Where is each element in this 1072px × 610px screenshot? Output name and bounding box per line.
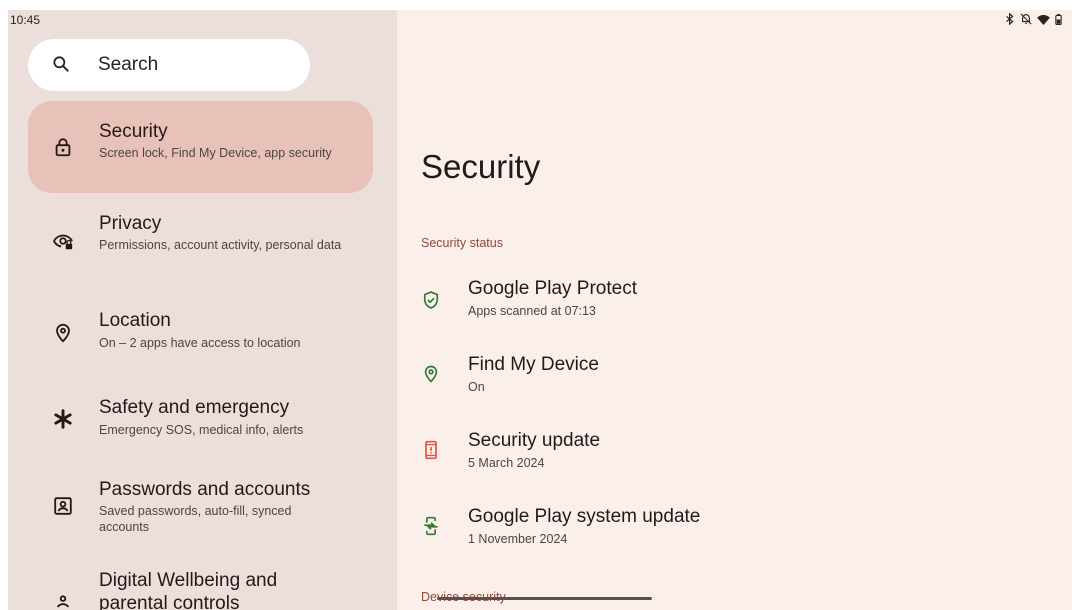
notifications-off-icon [1020,13,1032,25]
battery-icon [1055,13,1062,25]
sidebar-pane: 10:45 Search Security Screen lock, Find … [8,10,397,610]
row-title: Google Play Protect [468,278,637,299]
row-subtitle: Apps scanned at 07:13 [468,304,596,318]
sidebar-item-title: Security [99,121,168,142]
phone-update-icon [424,516,438,536]
sidebar-item-security[interactable]: Security Screen lock, Find My Device, ap… [28,101,373,193]
sidebar-item-subtitle: Screen lock, Find My Device, app securit… [99,146,332,160]
sidebar-item-title: Passwords and accounts [99,479,311,500]
asterisk-icon [54,409,72,429]
row-title: Google Play system update [468,506,701,527]
sidebar-item-subtitle: On – 2 apps have access to location [99,336,301,350]
content-pane: Security Security status Google Play Pro… [397,10,1072,610]
sidebar-item-safety[interactable]: Safety and emergency Emergency SOS, medi… [28,388,373,460]
search-label: Search [98,54,159,75]
bluetooth-icon [1005,13,1015,25]
location-pin-icon [424,365,438,383]
lock-icon [55,138,71,157]
search-icon [53,56,69,72]
sidebar-item-subtitle: Saved passwords, auto-fill, synced accou… [99,504,292,534]
sidebar-item-location[interactable]: Location On – 2 apps have access to loca… [28,300,373,372]
row-title: Find My Device [468,354,599,375]
sidebar-item-passwords[interactable]: Passwords and accounts Saved passwords, … [28,468,373,556]
wifi-icon [1037,14,1050,25]
row-find-my-device[interactable]: Find My Device On [397,348,1072,412]
row-google-play-protect[interactable]: Google Play Protect Apps scanned at 07:1… [397,272,1072,334]
search-bar[interactable]: Search [28,39,310,91]
row-subtitle: On [468,380,485,394]
location-pin-icon [56,323,70,343]
row-subtitle: 1 November 2024 [468,532,568,546]
status-icons [1005,12,1062,26]
section-header-security-status: Security status [421,236,503,250]
row-title: Security update [468,430,601,451]
account-box-icon [54,497,72,515]
wellbeing-icon [56,595,70,608]
row-google-play-system-update[interactable]: Google Play system update 1 November 202… [397,500,1072,564]
sidebar-item-privacy[interactable]: Privacy Permissions, account activity, p… [28,202,373,290]
shield-check-icon [423,291,439,309]
sidebar-item-subtitle: Permissions, account activity, personal … [99,238,342,252]
row-security-update[interactable]: Security update 5 March 2024 [397,424,1072,488]
status-time: 10:45 [10,13,41,27]
sidebar-item-title: Safety and emergency [99,397,290,418]
page-title: Security [421,148,541,185]
phone-alert-icon [425,440,437,460]
privacy-eye-icon [53,234,73,250]
gesture-home-bar[interactable] [437,597,652,600]
sidebar-item-title: Location [99,310,171,331]
sidebar-item-digital-wellbeing[interactable]: Digital Wellbeing and parental controls [28,558,373,610]
sidebar-item-title: Privacy [99,213,162,234]
row-subtitle: 5 March 2024 [468,456,545,470]
sidebar-item-title: Digital Wellbeing and parental controls [99,570,278,610]
sidebar-item-subtitle: Emergency SOS, medical info, alerts [99,423,304,437]
